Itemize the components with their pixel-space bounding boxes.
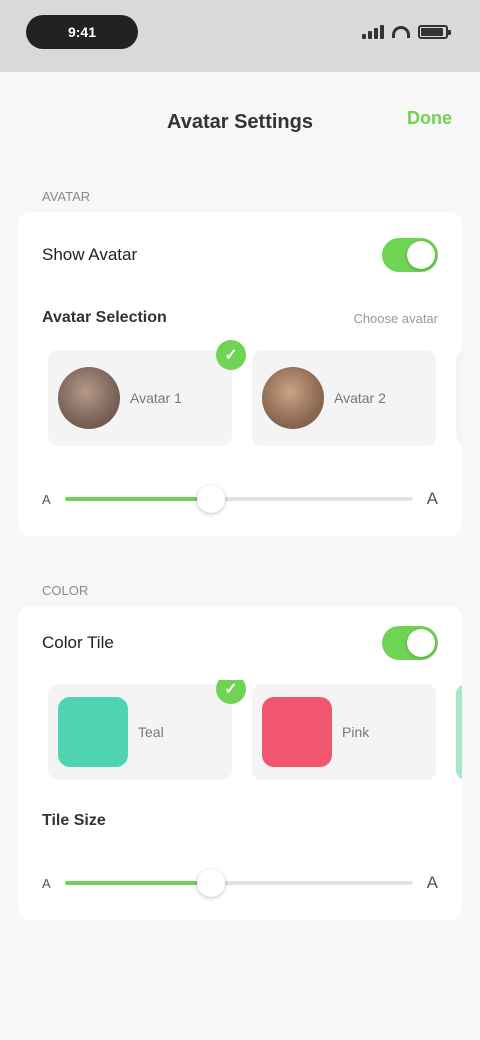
battery-icon: [418, 25, 451, 39]
show-avatar-row: Show Avatar: [18, 212, 462, 298]
slider-min-label: A: [42, 491, 51, 507]
section-header-color: COLOR: [42, 583, 89, 598]
nav-bar: Avatar Settings Done: [0, 72, 480, 172]
slider-max-label: A: [426, 873, 438, 892]
slider-thumb[interactable]: [196, 869, 225, 897]
color-tile-toggle[interactable]: [382, 626, 438, 660]
page-title: Avatar Settings: [167, 110, 313, 133]
color-card: Color Tile Teal ✓ Pink Tile Size A A: [18, 606, 462, 920]
avatar-size-slider[interactable]: [64, 485, 413, 513]
color-tile-label: Color Tile: [42, 633, 114, 652]
avatar-photo: [58, 367, 120, 429]
toggle-knob: [407, 241, 435, 269]
signal-icon: [362, 25, 384, 39]
avatar-option-1[interactable]: Avatar 1 ✓: [48, 340, 246, 446]
color-tile-row: Color Tile: [18, 606, 462, 680]
color-swatch: [58, 697, 128, 767]
avatar-carousel[interactable]: Avatar 1 ✓ Avatar 2: [18, 338, 462, 462]
toggle-knob: [407, 629, 435, 657]
status-bar: 9:41: [0, 0, 480, 72]
avatar-option-2[interactable]: Avatar 2: [252, 350, 436, 446]
color-option-peek[interactable]: [456, 684, 462, 780]
avatar-selection-label: Avatar Selection: [42, 309, 167, 326]
section-header-avatar: AVATAR: [42, 189, 91, 204]
status-time: 9:41: [26, 15, 138, 49]
avatar-option-peek[interactable]: [456, 350, 462, 446]
checkmark-icon: ✓: [216, 340, 246, 370]
color-option-name: Pink: [342, 724, 370, 740]
avatar-selection-value: Choose avatar: [353, 310, 438, 326]
avatar-card: Show Avatar Avatar Selection Choose avat…: [18, 212, 462, 536]
slider-fill: [64, 881, 211, 885]
color-option-2[interactable]: Pink: [252, 684, 436, 780]
color-swatch: [262, 697, 332, 767]
status-icons: [362, 25, 451, 39]
slider-fill: [64, 497, 211, 501]
color-option-1[interactable]: Teal ✓: [48, 680, 246, 780]
avatar-option-name: Avatar 2: [334, 390, 386, 406]
show-avatar-label: Show Avatar: [42, 245, 138, 264]
settings-sheet: Avatar Settings Done AVATAR Show Avatar …: [0, 72, 480, 1040]
slider-max-label: A: [426, 489, 438, 508]
checkmark-icon: ✓: [216, 680, 246, 704]
show-avatar-toggle[interactable]: [382, 238, 438, 272]
color-carousel[interactable]: Teal ✓ Pink: [18, 680, 462, 796]
color-option-name: Teal: [138, 724, 164, 740]
avatar-size-slider-row: A A: [18, 462, 462, 536]
slider-min-label: A: [42, 875, 51, 891]
tile-size-label: Tile Size: [42, 812, 106, 829]
tile-size-row: Tile Size: [18, 796, 462, 846]
tile-size-slider[interactable]: [64, 869, 413, 897]
slider-thumb[interactable]: [196, 485, 225, 513]
avatar-option-name: Avatar 1: [130, 390, 182, 406]
tile-size-slider-row: A A: [18, 846, 462, 920]
avatar-selection-row: Avatar Selection Choose avatar: [18, 298, 462, 338]
done-button[interactable]: Done: [407, 108, 452, 129]
avatar-photo: [262, 367, 324, 429]
wifi-icon: [392, 26, 410, 38]
